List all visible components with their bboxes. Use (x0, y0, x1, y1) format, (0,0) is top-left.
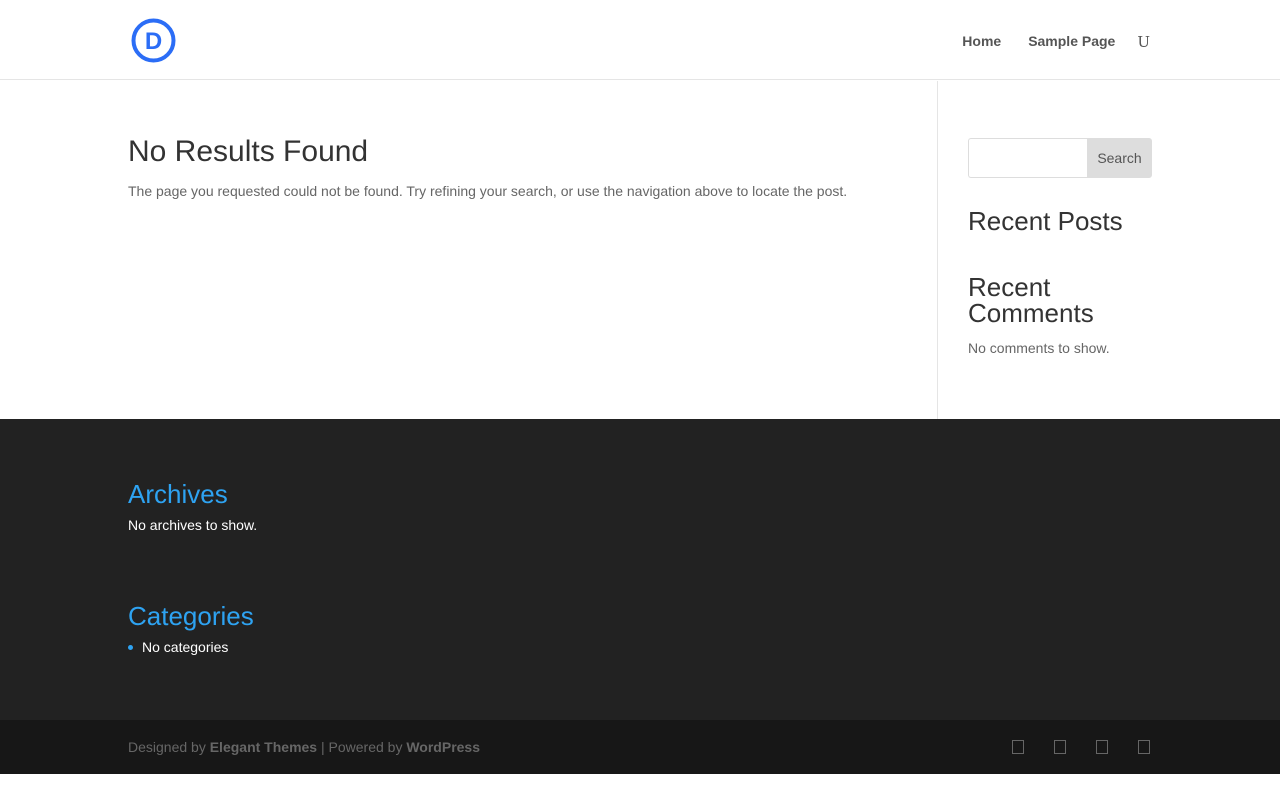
content-column: No Results Found The page you requested … (128, 133, 908, 199)
wordpress-link[interactable]: WordPress (406, 739, 480, 755)
not-found-message: The page you requested could not be foun… (128, 183, 848, 199)
social-icon[interactable] (1138, 740, 1150, 754)
archives-title: Archives (128, 479, 228, 509)
page-title: No Results Found (128, 135, 369, 168)
social-icon[interactable] (1054, 740, 1066, 754)
recent-posts-title: Recent Posts (968, 206, 1123, 236)
category-label: No categories (142, 639, 229, 655)
search-input[interactable] (968, 138, 1087, 178)
sidebar: Search Recent Posts Recent Comments No c… (968, 138, 1152, 356)
social-icon[interactable] (1012, 740, 1024, 754)
logo-letter: D (145, 28, 162, 55)
nav-sample-page[interactable]: Sample Page (1028, 33, 1115, 49)
nav-home[interactable]: Home (962, 33, 1001, 49)
sidebar-divider (937, 81, 938, 419)
archives-text: No archives to show. (128, 517, 258, 533)
search-toggle-icon[interactable]: U (1137, 34, 1150, 50)
footer-column: Archives No archives to show. Categories… (128, 479, 528, 655)
powered-by-text: | Powered by (320, 739, 403, 755)
bullet-icon (128, 645, 133, 650)
recent-comments-text: No comments to show. (968, 340, 1110, 356)
main-content-area: No Results Found The page you requested … (0, 81, 1280, 419)
list-item: No categories (128, 639, 528, 655)
search-form: Search (968, 138, 1152, 178)
recent-comments-title: Recent Comments (968, 272, 1094, 328)
designed-by-text: Designed by (128, 739, 206, 755)
divi-logo-icon[interactable]: D (131, 18, 176, 63)
elegant-themes-link[interactable]: Elegant Themes (210, 739, 317, 755)
footer-bottom-bar: Designed by Elegant Themes | Powered by … (0, 720, 1280, 774)
categories-list: No categories (128, 639, 528, 655)
social-icon[interactable] (1096, 740, 1108, 754)
main-nav: Home Sample Page U (935, 32, 1150, 50)
page-bottom-space (0, 774, 1280, 800)
footer-widgets: Archives No archives to show. Categories… (0, 419, 1280, 720)
social-icons (982, 740, 1150, 754)
site-header: D Home Sample Page U (0, 0, 1280, 80)
categories-title: Categories (128, 601, 254, 631)
search-button[interactable]: Search (1087, 138, 1152, 178)
footer-credits: Designed by Elegant Themes | Powered by … (128, 739, 480, 755)
